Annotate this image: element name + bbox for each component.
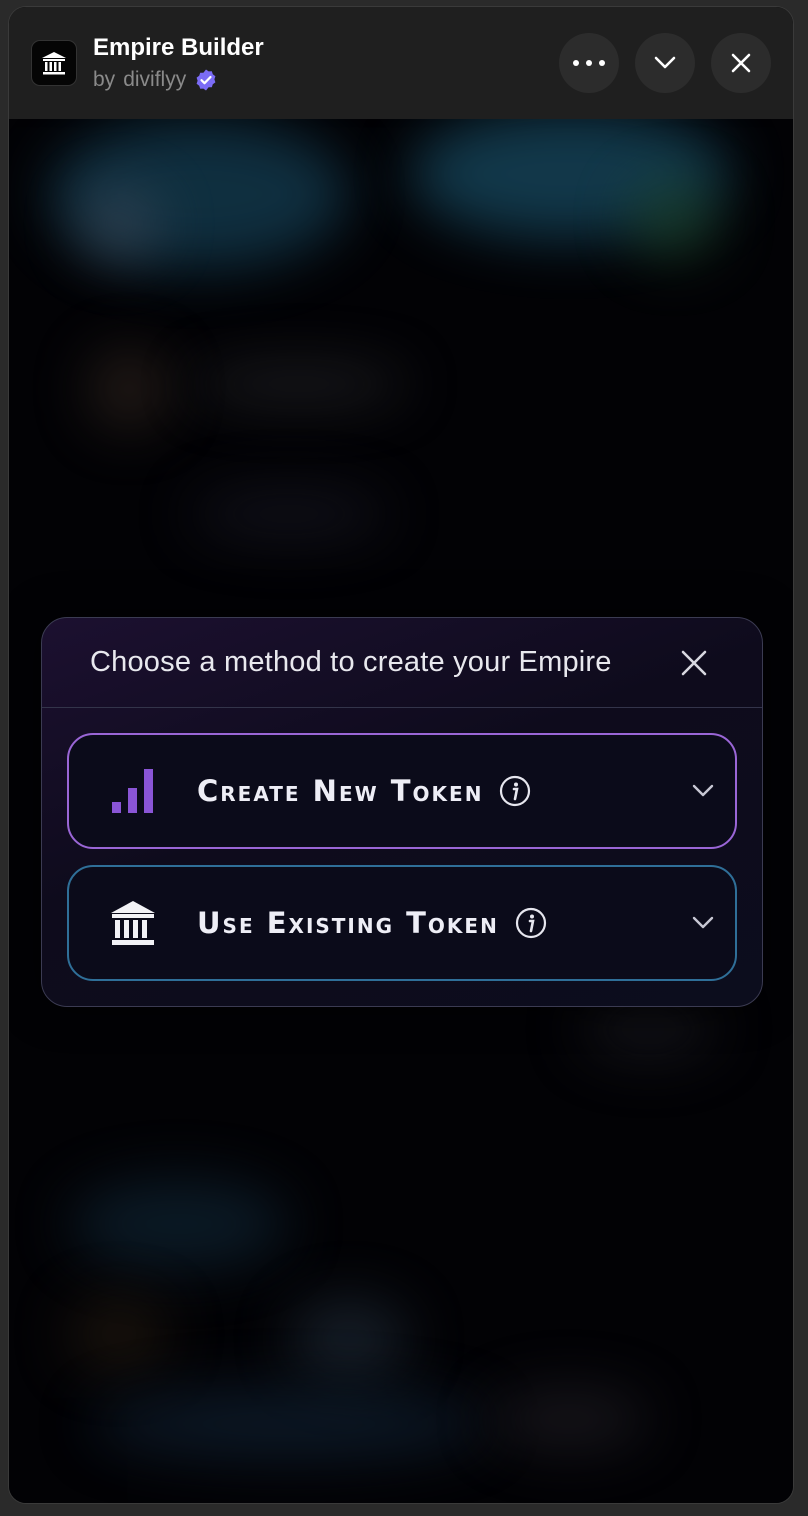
byline-prefix: by bbox=[93, 68, 116, 91]
use-existing-token-option[interactable]: Use Existing Token bbox=[67, 865, 737, 981]
chevron-down-icon[interactable] bbox=[689, 777, 717, 805]
header-actions bbox=[559, 33, 771, 93]
close-icon bbox=[681, 650, 707, 675]
create-method-modal: Choose a method to create your Empire Cr… bbox=[41, 617, 763, 1007]
create-new-token-option[interactable]: Create New Token bbox=[67, 733, 737, 849]
app-header: Empire Builder by diviflyy bbox=[9, 7, 793, 119]
info-icon[interactable] bbox=[499, 775, 531, 807]
modal-close-button[interactable] bbox=[674, 643, 714, 683]
app-title-block: Empire Builder by diviflyy bbox=[93, 34, 264, 92]
option-label: Use Existing Token bbox=[197, 906, 499, 940]
option-label: Create New Token bbox=[197, 774, 484, 808]
close-icon bbox=[731, 53, 751, 73]
app-byline: by diviflyy bbox=[93, 68, 264, 92]
more-button[interactable] bbox=[559, 33, 619, 93]
signal-bars-icon bbox=[105, 763, 161, 819]
chevron-down-icon bbox=[654, 56, 676, 69]
bank-icon bbox=[105, 895, 161, 951]
collapse-button[interactable] bbox=[635, 33, 695, 93]
verified-badge-icon bbox=[194, 68, 218, 92]
app-title: Empire Builder bbox=[93, 34, 264, 61]
modal-title: Choose a method to create your Empire bbox=[90, 646, 612, 678]
chevron-down-icon[interactable] bbox=[689, 909, 717, 937]
app-frame: Empire Builder by diviflyy Choose a meth… bbox=[8, 6, 794, 1504]
more-horizontal-icon bbox=[573, 60, 605, 66]
author-name[interactable]: diviflyy bbox=[123, 68, 186, 92]
info-icon[interactable] bbox=[515, 907, 547, 939]
bank-icon bbox=[31, 40, 77, 86]
modal-header: Choose a method to create your Empire bbox=[42, 618, 762, 708]
close-button[interactable] bbox=[711, 33, 771, 93]
